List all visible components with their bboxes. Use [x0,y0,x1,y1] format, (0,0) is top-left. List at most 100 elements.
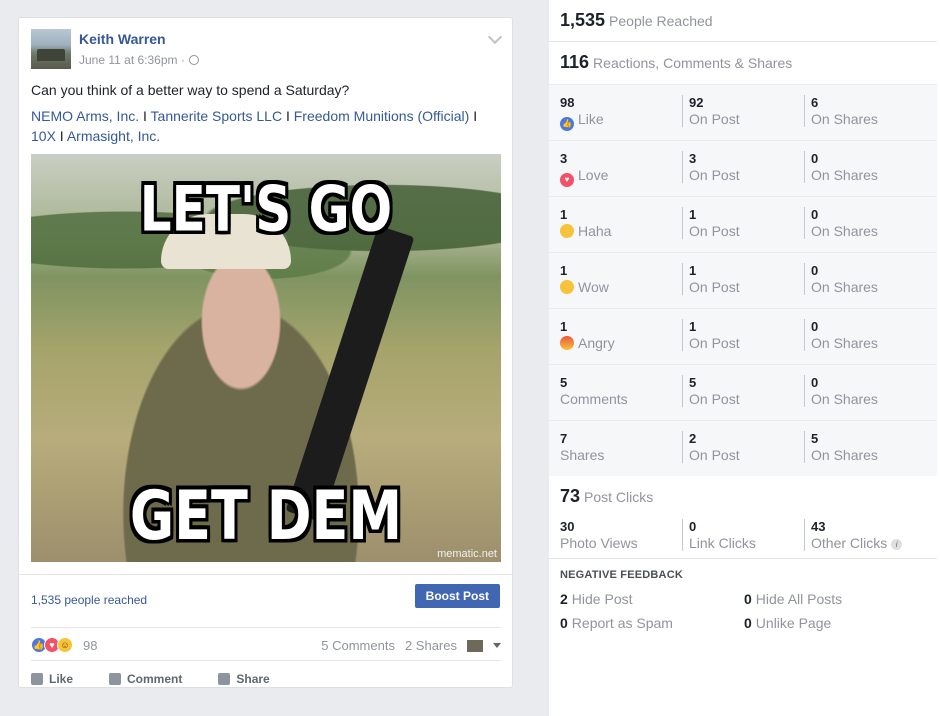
post-actions: Like Comment Share [31,660,501,688]
haha-on-shares: 0 On Shares [804,207,878,239]
people-reached-link[interactable]: 1,535 people reached [31,593,147,607]
angry-on-shares-value: 0 [811,319,819,334]
caret-down-icon[interactable] [493,643,501,648]
post-photo[interactable]: LET'S GO GET DEM HAWGS mematic.net [31,154,501,562]
tag-separator: I [282,108,294,124]
angry-total: 1 Angry [560,319,615,351]
like-on-post: 92 On Post [682,95,740,127]
people-reached-stat: 1,535 People Reached [560,10,713,31]
comments-count-link[interactable]: 5 Comments [321,638,395,653]
reaction-count[interactable]: 98 [83,638,97,653]
comments-total-label: Comments [560,391,628,407]
angry-icon [560,336,574,350]
like-on-shares: 6 On Shares [804,95,878,127]
angry-on-post-value: 1 [689,319,697,334]
shares-on-post-value: 2 [689,431,697,446]
on-post-label: On Post [689,279,740,295]
wow-on-post: 1 On Post [682,263,740,295]
people-reached-label: People Reached [609,13,713,29]
reactions-breakdown: 98 👍 Like 92 On Post 6 On Shares 3 ♥ Love 3 On … [549,84,937,476]
engagement-stat: 116 Reactions, Comments & Shares [560,52,792,73]
wow-on-post-value: 1 [689,263,697,278]
tag-link[interactable]: 10X [31,128,56,144]
tag-link[interactable]: NEMO Arms, Inc. [31,108,139,124]
comments-on-post: 5 On Post [682,375,740,407]
haha-on-post-value: 1 [689,207,697,222]
hide-all-value: 0 [744,591,752,607]
photo-views-value: 30 [560,519,575,534]
wow-on-shares: 0 On Shares [804,263,878,295]
meme-top-caption: LET'S GO [139,172,393,246]
comments-on-post-value: 5 [689,375,697,390]
tag-link[interactable]: Armasight, Inc. [67,128,160,144]
link-clicks-label: Link Clicks [689,535,756,551]
on-shares-label: On Shares [811,391,878,407]
tag-separator: I [469,108,478,124]
shares-total: 7 Shares [560,431,604,463]
like-on-post-value: 92 [689,95,704,110]
share-button[interactable]: Share [218,669,270,688]
divider [549,41,937,42]
tag-link[interactable]: Freedom Munitions (Official) [294,108,470,124]
haha-total-value: 1 [560,207,568,222]
wow-total-value: 1 [560,263,568,278]
post-tags: NEMO Arms, Inc. I Tannerite Sports LLC I… [31,106,501,146]
report-spam-value: 0 [560,615,568,631]
divider [549,558,937,559]
hide-post-value: 2 [560,591,568,607]
share-label: Share [236,671,270,686]
chevron-down-icon[interactable] [487,29,503,45]
engagement-label: Reactions, Comments & Shares [593,55,793,71]
on-shares-label: On Shares [811,167,878,183]
like-button[interactable]: Like [31,669,73,688]
breakdown-row-haha: 1 Haha 1 On Post 0 On Shares [549,196,937,252]
author-avatar[interactable] [31,29,71,69]
hide-post-stat: 2 Hide Post [560,591,633,607]
love-total-label: Love [578,167,609,183]
reach-row: 1,535 people reached Boost Post [19,574,512,622]
angry-total-label: Angry [578,335,615,351]
people-reached-value: 1,535 [560,10,606,30]
globe-icon [188,55,199,65]
viewer-avatar-icon[interactable] [467,639,483,652]
wow-on-shares-value: 0 [811,263,819,278]
hide-all-posts-stat: 0 Hide All Posts [744,591,842,607]
thumbs-up-icon [31,672,43,685]
post-clicks-label: Post Clicks [584,489,654,505]
post-timestamp[interactable]: June 11 at 6:36pm · [79,53,185,67]
info-icon[interactable]: i [891,539,903,550]
unlike-page-value: 0 [744,615,752,631]
engagement-value: 116 [560,52,590,72]
shares-count-link[interactable]: 2 Shares [405,638,457,653]
angry-on-post: 1 On Post [682,319,740,351]
like-on-shares-value: 6 [811,95,819,110]
haha-total: 1 Haha [560,207,611,239]
comment-button[interactable]: Comment [109,669,182,688]
post-meta: June 11 at 6:36pm · [79,53,199,67]
on-post-label: On Post [689,167,740,183]
shares-on-shares: 5 On Shares [804,431,878,463]
boost-post-button[interactable]: Boost Post [414,584,500,608]
reaction-icons[interactable]: 👍 ♥ ☺ [31,637,73,653]
photo-views: 30 Photo Views [560,519,638,551]
breakdown-row-like: 98 👍 Like 92 On Post 6 On Shares [549,84,937,140]
wow-total: 1 Wow [560,263,609,295]
comments-total: 5 Comments [560,375,628,407]
breakdown-row-love: 3 ♥ Love 3 On Post 0 On Shares [549,140,937,196]
like-label: Like [49,671,74,686]
comment-label: Comment [127,671,183,686]
reactions-summary: 👍 ♥ ☺ 98 5 Comments 2 Shares [31,627,501,653]
love-on-post: 3 On Post [682,151,740,183]
tag-link[interactable]: Tannerite Sports LLC [151,108,283,124]
photo-watermark: mematic.net [437,548,497,560]
unlike-page-label: Unlike Page [755,615,832,631]
comments-on-shares: 0 On Shares [804,375,878,407]
hide-post-label: Hide Post [571,591,633,607]
negative-feedback-title: NEGATIVE FEEDBACK [560,569,683,581]
report-spam-label: Report as Spam [571,615,673,631]
love-total: 3 ♥ Love [560,151,608,187]
haha-reaction-icon: ☺ [57,637,73,653]
on-shares-label: On Shares [811,335,878,351]
post-author[interactable]: Keith Warren [79,31,166,47]
haha-on-shares-value: 0 [811,207,819,222]
